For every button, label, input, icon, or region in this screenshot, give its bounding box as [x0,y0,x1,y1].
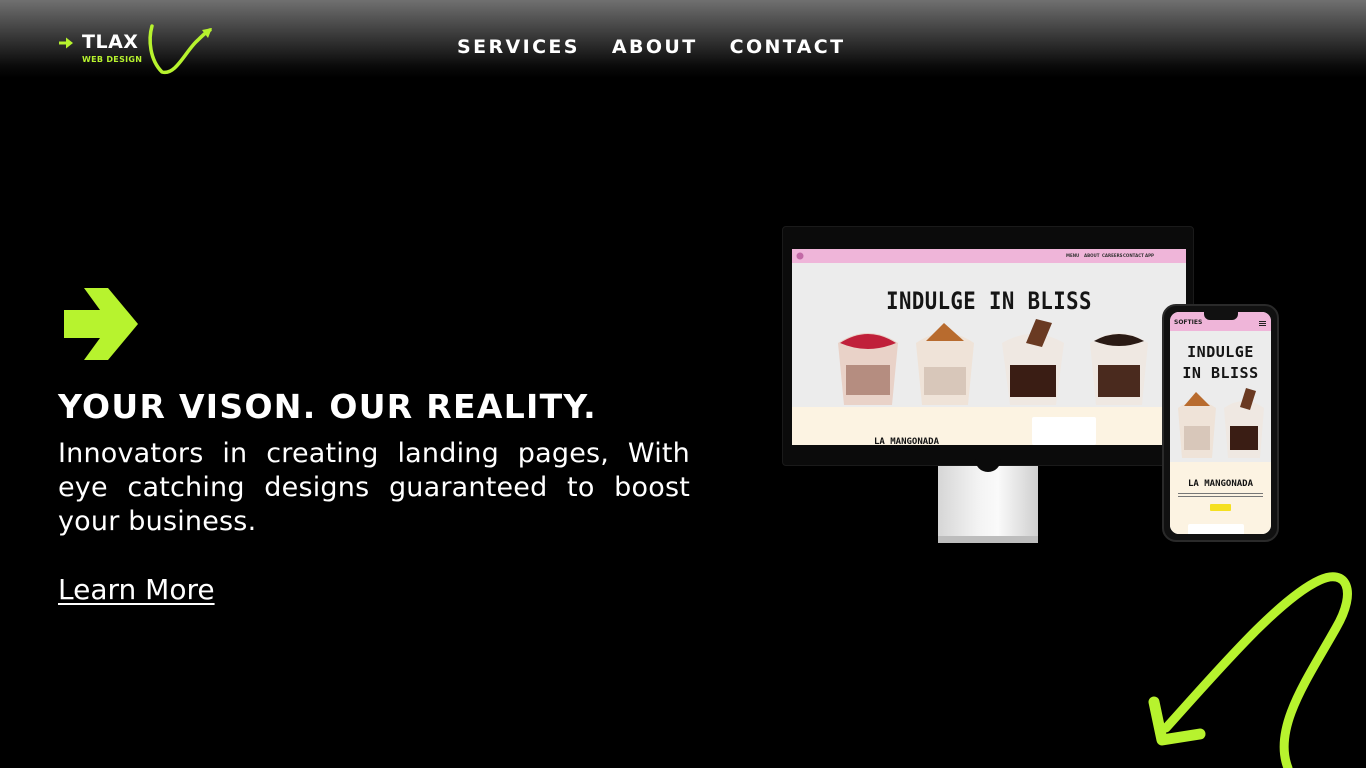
mockup-nav-bar: MENU ABOUT CAREERS CONTACT APP [792,249,1186,263]
dessert-cup-image [916,323,974,405]
dessert-cups-image [1178,388,1264,458]
logo-swoosh-icon [148,24,212,74]
phone-headline: INDULGE IN BLISS [1170,342,1271,384]
desktop-mockup: MENU ABOUT CAREERS CONTACT APP INDULGE I… [782,226,1194,466]
phone-cta-button [1210,504,1231,511]
hero-title: YOUR VISON. OUR REALITY. [58,387,597,426]
logo-subtitle: WEB DESIGN [82,55,143,64]
logo-name: TLAX [82,31,139,53]
hero-arrow-icon [64,288,138,360]
phone-body-text [1178,493,1263,499]
phone-product-card [1188,524,1244,534]
dessert-cup-image [838,333,898,405]
monitor-stand-base [938,536,1038,543]
nav-services[interactable]: SERVICES [457,36,580,58]
mockup-headline: INDULGE IN BLISS [886,287,1092,315]
learn-more-link[interactable]: Learn More [58,572,215,608]
dessert-cup-image [1090,333,1148,405]
mockup-logo-icon [796,252,804,260]
phone-mockup: SOFTIES INDULGE IN BLISS LA MANGONADA [1162,304,1279,542]
logo[interactable]: TLAX WEB DESIGN [58,20,218,78]
mockup-product-card [1032,417,1096,445]
phone-headline-line: INDULGE [1187,343,1254,361]
mockup-nav-item: ABOUT [1084,253,1100,258]
main-nav: SERVICES ABOUT CONTACT [457,36,846,58]
mockup-nav-item: MENU [1066,253,1080,258]
nav-contact[interactable]: CONTACT [730,36,846,58]
mockup-section-title: LA MANGONADA [874,437,940,445]
nav-about[interactable]: ABOUT [612,36,698,58]
mockup-nav-item: CONTACT [1123,253,1144,258]
mockup-nav-item: CAREERS [1102,253,1123,258]
phone-mockup-screen: SOFTIES INDULGE IN BLISS LA MANGONADA [1170,312,1271,534]
monitor-stand [938,466,1038,538]
hamburger-menu-icon [1259,321,1266,326]
phone-notch [1204,312,1238,320]
logo-arrow-icon [59,37,73,49]
phone-section-title: LA MANGONADA [1187,479,1254,489]
swoosh-arrow-icon [1148,572,1352,768]
phone-bottom-section: LA MANGONADA [1170,462,1271,534]
phone-headline-line: IN BLISS [1182,364,1259,382]
dessert-cup-image [1002,319,1064,405]
hero-description: Innovators in creating landing pages, Wi… [58,438,690,537]
desktop-mockup-screen: MENU ABOUT CAREERS CONTACT APP INDULGE I… [792,249,1186,445]
site-header: TLAX WEB DESIGN SERVICES ABOUT CONTACT [0,0,1366,78]
mockup-bottom-section: LA MANGONADA [792,407,1186,445]
phone-brand: SOFTIES [1174,319,1203,326]
mockup-nav-item: APP [1145,253,1154,258]
